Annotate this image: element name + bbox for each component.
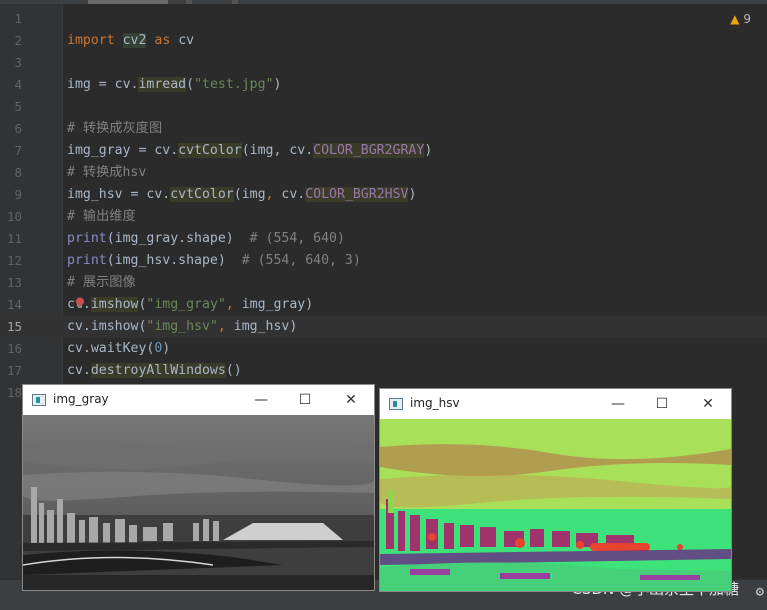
line-number: 2	[14, 33, 22, 48]
code-line[interactable]: 6 # 转换成灰度图	[0, 118, 767, 140]
line-number: 15	[6, 319, 22, 334]
line-number: 6	[14, 121, 22, 136]
line-number: 9	[14, 187, 22, 202]
window-titlebar[interactable]: img_gray — ☐ ✕	[23, 385, 374, 415]
code-text: print(img_hsv.shape) # (554, 640, 3)	[67, 253, 361, 268]
maximize-button[interactable]: ☐	[294, 390, 316, 410]
line-number: 14	[6, 297, 22, 312]
code-comment: # 转换成hsv	[67, 165, 147, 180]
line-number: 8	[14, 165, 22, 180]
minimize-button[interactable]: —	[250, 390, 272, 410]
line-number: 10	[6, 209, 22, 224]
code-line[interactable]: 11 print(img_gray.shape) # (554, 640)	[0, 228, 767, 250]
code-line[interactable]: 14 cv.imshow("img_gray", img_gray)	[0, 294, 767, 316]
code-editor[interactable]: 1 2 import cv2 as cv 3 4 img = cv.imread("…	[0, 8, 767, 404]
code-comment: # 转换成灰度图	[67, 121, 163, 136]
code-line[interactable]: 4 img = cv.imread("test.jpg")	[0, 74, 767, 96]
window-title: img_hsv	[410, 396, 460, 410]
line-number: 18	[6, 385, 22, 400]
img-gray-window[interactable]: img_gray — ☐ ✕	[23, 385, 374, 590]
img-gray-canvas	[23, 415, 374, 590]
code-text: import cv2 as cv	[67, 33, 195, 48]
settings-gear-icon[interactable]: ⚙	[756, 584, 764, 600]
minimize-button[interactable]: —	[607, 394, 629, 414]
line-number: 7	[14, 143, 22, 158]
img-hsv-canvas	[380, 419, 731, 591]
line-number: 3	[14, 55, 22, 70]
close-button[interactable]: ✕	[697, 394, 719, 414]
code-line[interactable]: 17 cv.destroyAllWindows()	[0, 360, 767, 382]
code-comment: # 展示图像	[67, 275, 136, 290]
line-number: 13	[6, 275, 22, 290]
app-icon	[389, 398, 403, 410]
app-icon	[32, 394, 46, 406]
code-line[interactable]: 2 import cv2 as cv	[0, 30, 767, 52]
code-text: cv.imshow("img_gray", img_gray)	[67, 297, 314, 312]
tab-marker	[186, 0, 192, 4]
intention-bulb-icon[interactable]	[75, 297, 85, 309]
code-text: img_hsv = cv.cvtColor(img, cv.COLOR_BGR2…	[67, 187, 417, 202]
code-text: cv.imshow("img_hsv", img_hsv)	[67, 319, 298, 334]
line-number: 1	[14, 11, 22, 26]
active-tab-indicator	[88, 0, 168, 4]
line-number: 17	[6, 363, 22, 378]
line-number: 5	[14, 99, 22, 114]
code-line[interactable]: 12 print(img_hsv.shape) # (554, 640, 3)	[0, 250, 767, 272]
hsv-city-image	[380, 419, 731, 591]
code-line[interactable]: 1	[0, 8, 767, 30]
code-text: img = cv.imread("test.jpg")	[67, 77, 282, 92]
code-line[interactable]: 7 img_gray = cv.cvtColor(img, cv.COLOR_BG…	[0, 140, 767, 162]
code-line[interactable]: 5	[0, 96, 767, 118]
code-line[interactable]: 13 # 展示图像	[0, 272, 767, 294]
close-button[interactable]: ✕	[340, 390, 362, 410]
code-line[interactable]: 3	[0, 52, 767, 74]
window-titlebar[interactable]: img_hsv — ☐ ✕	[380, 389, 731, 419]
code-line-current[interactable]: 15 cv.imshow("img_hsv", img_hsv)	[0, 316, 767, 338]
grayscale-city-image	[23, 415, 374, 590]
maximize-button[interactable]: ☐	[651, 394, 673, 414]
img-hsv-window[interactable]: img_hsv — ☐ ✕	[380, 389, 731, 591]
code-text: img_gray = cv.cvtColor(img, cv.COLOR_BGR…	[67, 143, 433, 158]
line-number: 11	[6, 231, 22, 246]
line-number: 12	[6, 253, 22, 268]
line-number: 16	[6, 341, 22, 356]
tab-marker	[232, 0, 238, 4]
editor-tab-strip[interactable]	[0, 0, 767, 4]
code-line[interactable]: 10 # 输出维度	[0, 206, 767, 228]
code-line[interactable]: 16 cv.waitKey(0)	[0, 338, 767, 360]
code-line[interactable]: 9 img_hsv = cv.cvtColor(img, cv.COLOR_BGR…	[0, 184, 767, 206]
code-text: print(img_gray.shape) # (554, 640)	[67, 231, 345, 246]
code-text: cv.destroyAllWindows()	[67, 363, 242, 378]
code-comment: # 输出维度	[67, 209, 136, 224]
code-text: cv.waitKey(0)	[67, 341, 171, 356]
line-number: 4	[14, 77, 22, 92]
code-line[interactable]: 8 # 转换成hsv	[0, 162, 767, 184]
window-title: img_gray	[53, 392, 109, 406]
